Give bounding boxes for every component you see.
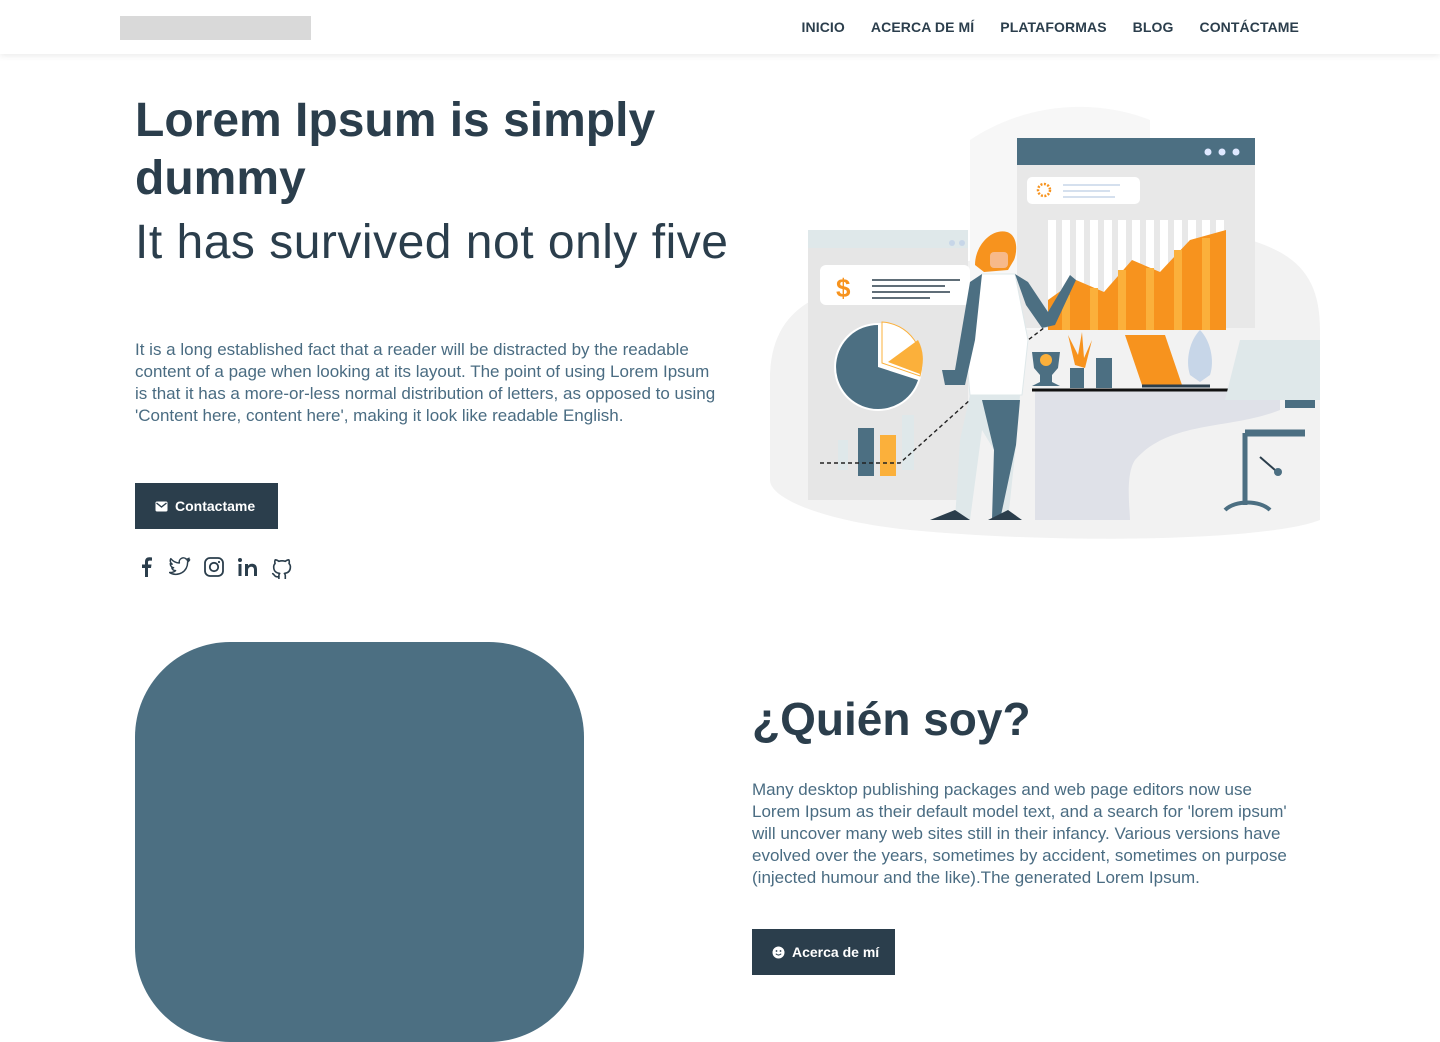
nav-link-blog[interactable]: BLOG: [1133, 19, 1174, 35]
contact-button[interactable]: Contactame: [135, 483, 278, 529]
twitter-icon[interactable]: [169, 554, 191, 580]
hero-title: Lorem Ipsum is simply dummy: [135, 94, 656, 205]
nav-link-inicio[interactable]: INICIO: [802, 19, 845, 35]
github-icon[interactable]: [271, 554, 293, 580]
hero-description: It is a long established fact that a rea…: [135, 340, 716, 425]
nav-link-plataformas[interactable]: PLATAFORMAS: [1000, 19, 1106, 35]
facebook-icon[interactable]: [135, 554, 157, 580]
linkedin-icon[interactable]: [237, 554, 259, 580]
nav-link-acerca[interactable]: ACERCA DE MÍ: [871, 19, 974, 35]
logo-placeholder[interactable]: [120, 16, 311, 40]
navbar: INICIO ACERCA DE MÍ PLATAFORMAS BLOG CON…: [0, 0, 1440, 54]
instagram-icon[interactable]: [203, 554, 225, 580]
smile-icon: [772, 946, 785, 959]
svg-text:$: $: [836, 273, 851, 303]
nav-link-contactame[interactable]: CONTÁCTAME: [1199, 19, 1299, 35]
about-title: ¿Quién soy?: [752, 693, 1031, 745]
analytics-illustration: $: [770, 106, 1320, 539]
about-image: [135, 642, 584, 1042]
contact-button-label: Contactame: [175, 498, 256, 514]
about-button-label: Acerca de mí: [792, 944, 880, 960]
about-button[interactable]: Acerca de mí: [752, 929, 895, 975]
mail-icon: [155, 500, 168, 513]
hero-subtitle: It has survived not only five: [135, 216, 729, 269]
nav-menu: INICIO ACERCA DE MÍ PLATAFORMAS BLOG CON…: [802, 19, 1299, 35]
social-links: [135, 554, 293, 580]
about-description: Many desktop publishing packages and web…: [752, 780, 1287, 887]
hero-illustration: $: [770, 100, 1320, 540]
